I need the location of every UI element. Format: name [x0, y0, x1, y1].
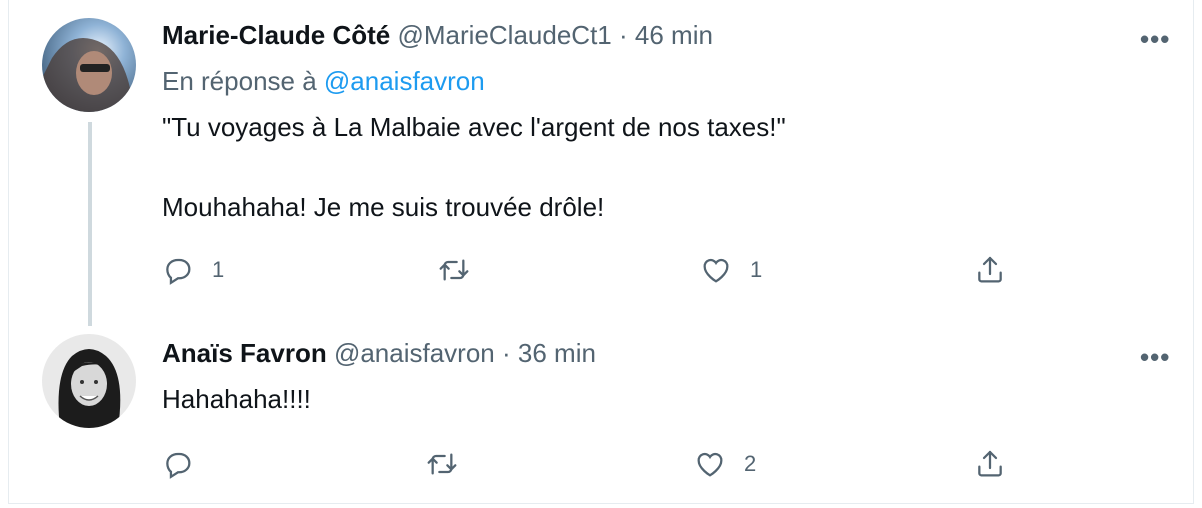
separator-dot: · [502, 338, 511, 368]
tweet-header: Anaïs Favron @anaisfavron · 36 min [162, 338, 596, 369]
reply-prefix: En réponse à [162, 66, 317, 96]
author-name[interactable]: Anaïs Favron [162, 338, 327, 368]
author-handle[interactable]: @MarieClaudeCt1 [398, 20, 612, 50]
avatar[interactable] [42, 334, 136, 428]
reply-context: En réponse à @anaisfavron [162, 66, 485, 97]
avatar[interactable] [42, 18, 136, 112]
author-name[interactable]: Marie-Claude Côté [162, 20, 390, 50]
timestamp[interactable]: 36 min [518, 338, 596, 368]
tweet-header: Marie-Claude Côté @MarieClaudeCt1 · 46 m… [162, 20, 713, 51]
retweet-button[interactable] [426, 448, 476, 480]
tweet-text-line: Hahahaha!!!! [162, 384, 311, 414]
tweet-text-line: Mouhahaha! Je me suis trouvée drôle! [162, 192, 605, 222]
like-count: 2 [744, 451, 757, 476]
like-button[interactable]: 2 [694, 448, 756, 480]
avatar-photo-icon [42, 18, 136, 112]
separator-dot: · [619, 20, 628, 50]
share-icon [978, 450, 1002, 477]
heart-icon [703, 258, 729, 283]
share-button[interactable] [974, 254, 1006, 286]
reply-button[interactable] [162, 448, 212, 480]
timestamp[interactable]: 46 min [635, 20, 713, 50]
more-options-button[interactable]: ••• [1140, 342, 1170, 373]
reply-icon [166, 258, 191, 285]
share-button[interactable] [974, 448, 1006, 480]
reply-mention-link[interactable]: @anaisfavron [324, 66, 485, 96]
thread-line [88, 122, 92, 326]
tweet-text-line: "Tu voyages à La Malbaie avec l'argent d… [162, 112, 786, 142]
retweet-button[interactable] [438, 254, 488, 286]
reply-button[interactable]: 1 [162, 254, 224, 286]
retweet-icon [427, 453, 457, 475]
avatar-photo-icon [42, 334, 136, 428]
like-button[interactable]: 1 [700, 254, 762, 286]
like-count: 1 [750, 257, 763, 282]
retweet-icon [439, 259, 469, 281]
share-icon [978, 256, 1002, 283]
more-options-button[interactable]: ••• [1140, 24, 1170, 55]
reply-icon [166, 452, 191, 479]
author-handle[interactable]: @anaisfavron [334, 338, 495, 368]
heart-icon [697, 452, 723, 477]
reply-count: 1 [212, 257, 225, 282]
